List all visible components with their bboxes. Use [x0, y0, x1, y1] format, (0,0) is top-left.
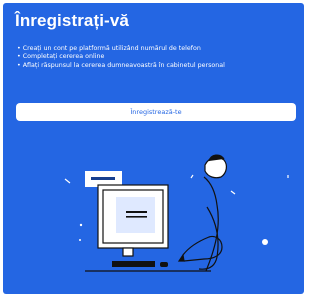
dot-decoration	[79, 223, 83, 227]
screen-line	[126, 211, 147, 213]
steps-list: Creați un cont pe platformă utilizând nu…	[17, 45, 225, 70]
note-line	[91, 177, 115, 180]
person-at-computer-illustration	[64, 154, 289, 272]
register-button[interactable]: Înregistrează-te	[16, 103, 296, 121]
person	[177, 154, 227, 272]
dot-decoration	[79, 239, 81, 241]
keyboard	[112, 261, 155, 267]
step-item: Completați cererea online	[17, 53, 225, 61]
step-item: Creați un cont pe platformă utilizând nu…	[17, 45, 225, 53]
step-item: Aflați răspunsul la cererea dumneavoastr…	[17, 62, 225, 70]
screen-panel	[116, 197, 155, 233]
dot-decoration	[262, 239, 268, 245]
mouse	[160, 262, 168, 267]
registration-card: Înregistrați-vă Creați un cont pe platfo…	[3, 3, 304, 294]
screen-line	[126, 216, 147, 218]
page-title: Înregistrați-vă	[15, 11, 129, 30]
